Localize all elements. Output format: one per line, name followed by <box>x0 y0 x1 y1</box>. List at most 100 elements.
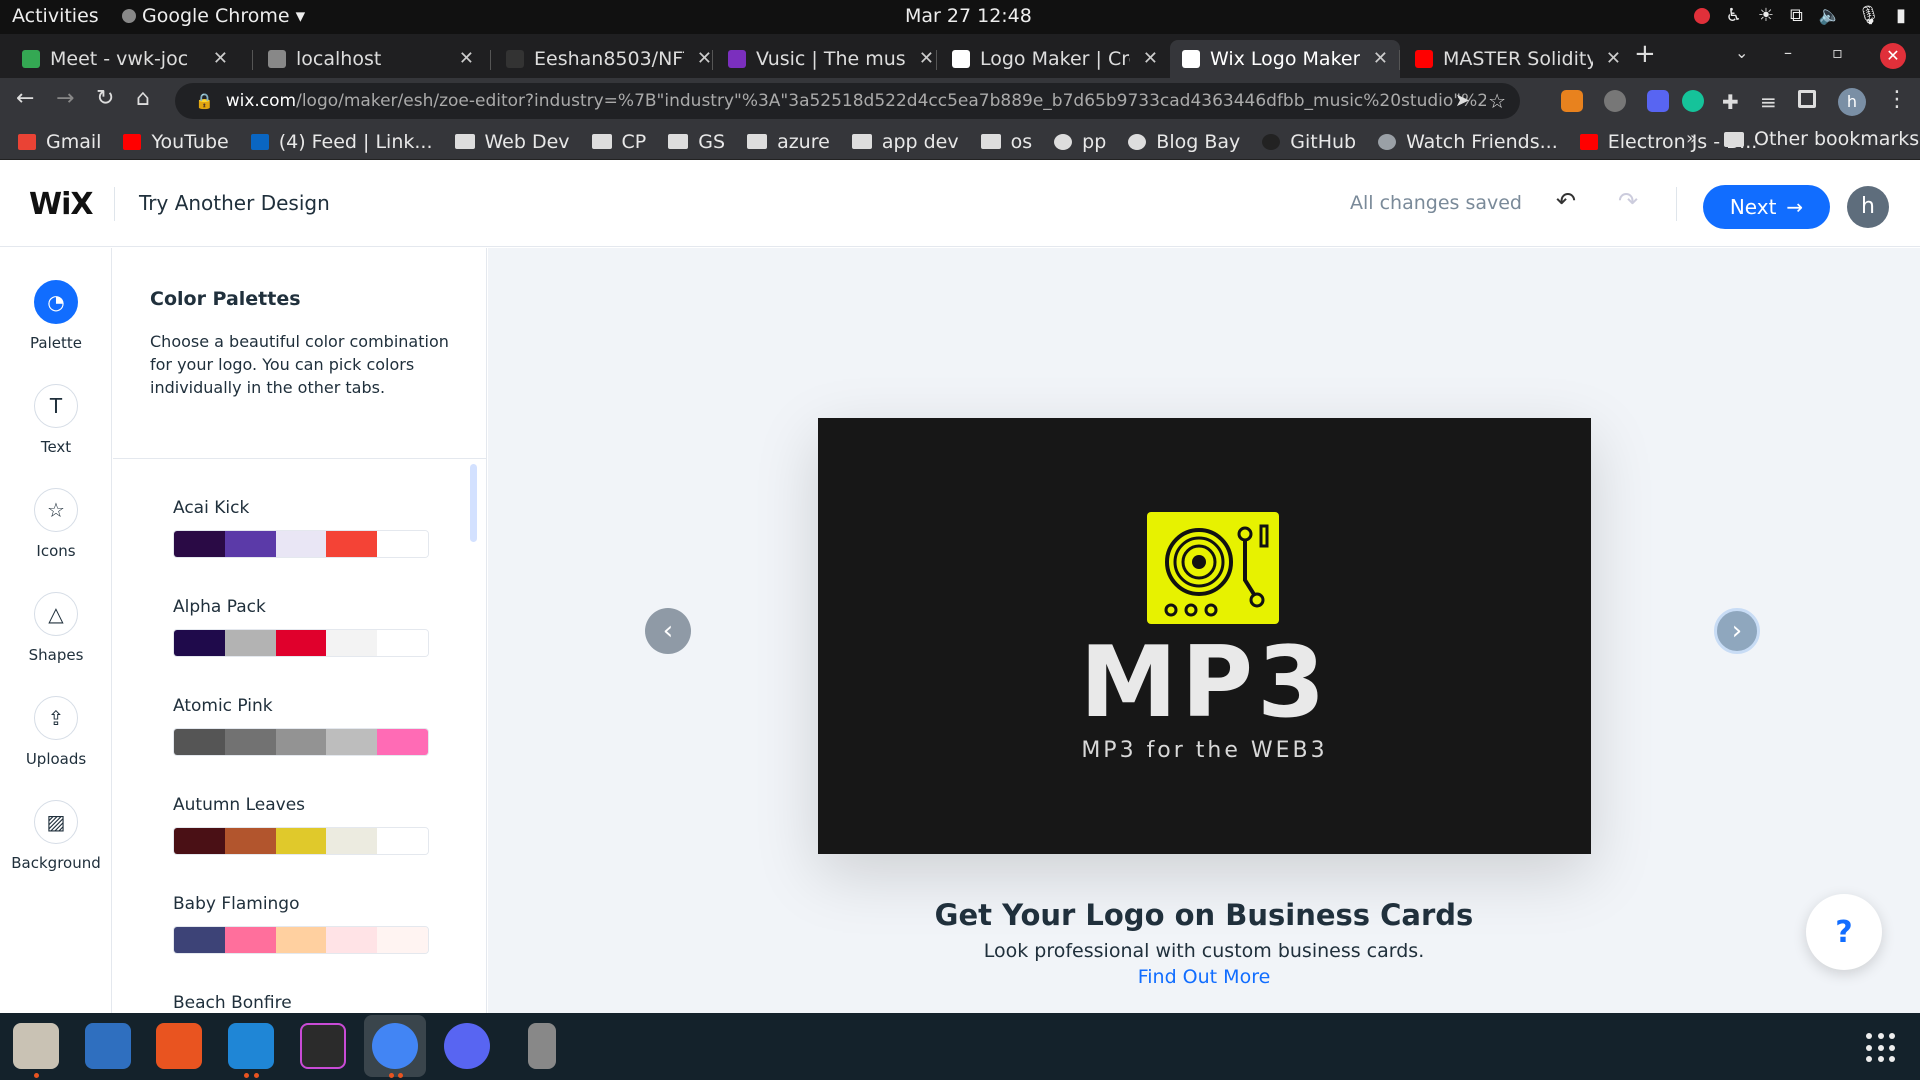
palette-item[interactable]: Atomic Pink <box>173 696 429 756</box>
close-tab-icon[interactable]: ✕ <box>1606 48 1621 69</box>
extensions-puzzle-icon[interactable]: ✚ <box>1722 90 1744 114</box>
volume-icon[interactable]: 🔈 <box>1819 5 1841 26</box>
redo-icon[interactable]: ↷ <box>1618 187 1638 215</box>
palette-item[interactable]: Acai Kick <box>173 498 429 558</box>
palette-swatches[interactable] <box>173 827 429 855</box>
reload-icon[interactable]: ↻ <box>96 86 114 111</box>
panel-scrollbar[interactable] <box>470 464 477 542</box>
rail-item-shapes[interactable]: △ Shapes <box>0 592 112 664</box>
browser-tab[interactable]: localhost ✕ <box>256 40 486 78</box>
bookmark-item[interactable]: app dev <box>851 131 959 153</box>
clock[interactable]: Mar 27 12:48 <box>905 5 1032 27</box>
discord-icon[interactable] <box>444 1023 490 1069</box>
bookmark-item[interactable]: GS <box>668 131 725 153</box>
extension-icon[interactable] <box>1647 90 1669 112</box>
bookmark-item[interactable]: azure <box>747 131 830 153</box>
accessibility-icon[interactable]: ♿ <box>1726 5 1742 26</box>
intellij-icon[interactable] <box>300 1023 346 1069</box>
rail-item-icons[interactable]: ☆ Icons <box>0 488 112 560</box>
palette-item[interactable]: Autumn Leaves <box>173 795 429 855</box>
close-tab-icon[interactable]: ✕ <box>459 48 474 69</box>
bookmark-item[interactable]: Watch Friends... <box>1378 131 1558 153</box>
software-center-icon[interactable] <box>156 1023 202 1069</box>
lock-icon[interactable]: 🔒 <box>195 92 214 110</box>
more-menu-icon[interactable]: ⋮ <box>1886 87 1908 112</box>
rail-item-background[interactable]: ▨ Background <box>0 800 112 872</box>
show-applications-icon[interactable] <box>1866 1033 1896 1063</box>
palette-item[interactable]: Beach Bonfire <box>173 993 429 1013</box>
palette-item[interactable]: Alpha Pack <box>173 597 429 657</box>
metamask-extension-icon[interactable] <box>1561 90 1583 112</box>
restore-icon[interactable]: ▫ <box>1832 43 1843 62</box>
extension-icon[interactable] <box>1604 90 1626 112</box>
palette-item[interactable]: Baby Flamingo <box>173 894 429 954</box>
close-window-icon[interactable]: ✕ <box>1880 43 1906 69</box>
previous-design-button[interactable]: ‹ <box>645 608 691 654</box>
address-bar[interactable]: 🔒 wix.com/logo/maker/esh/zoe-editor?indu… <box>175 83 1520 119</box>
close-tab-icon[interactable]: ✕ <box>1143 48 1158 69</box>
browser-tab[interactable]: Vusic | The music ✕ <box>716 40 946 78</box>
close-tab-icon[interactable]: ✕ <box>1373 48 1388 69</box>
side-panel-icon[interactable] <box>1798 90 1816 108</box>
home-icon[interactable]: ⌂ <box>136 86 150 111</box>
bookmark-star-icon[interactable]: ☆ <box>1488 89 1506 113</box>
microphone-icon[interactable]: 🎙 <box>1857 5 1880 26</box>
phone-device-icon[interactable] <box>528 1023 556 1069</box>
browser-tab[interactable]: Meet - vwk-joc ✕ <box>10 40 240 78</box>
try-another-design-link[interactable]: Try Another Design <box>139 191 330 215</box>
rail-item-uploads[interactable]: ⇪ Uploads <box>0 696 112 768</box>
bookmark-item[interactable]: Gmail <box>18 131 101 153</box>
rail-item-palette[interactable]: ◔ Palette <box>0 280 112 352</box>
bookmark-item[interactable]: pp <box>1054 131 1106 153</box>
browser-tab[interactable]: Wix Logo Maker ✕ <box>1170 40 1400 78</box>
grammarly-extension-icon[interactable] <box>1682 90 1704 112</box>
user-avatar[interactable]: h <box>1847 186 1889 228</box>
palette-swatches[interactable] <box>173 629 429 657</box>
bookmark-item[interactable]: Blog Bay <box>1128 131 1240 153</box>
browser-tab[interactable]: Eeshan8503/NFT ✕ <box>494 40 724 78</box>
app-menu[interactable]: Google Chrome ▾ <box>122 5 305 27</box>
reading-list-icon[interactable]: ≡ <box>1760 90 1782 114</box>
battery-icon[interactable]: ▮ <box>1896 5 1906 26</box>
tab-search-icon[interactable]: ⌄ <box>1735 43 1748 62</box>
back-icon[interactable]: ← <box>16 86 34 111</box>
help-button[interactable]: ? <box>1806 894 1882 970</box>
bookmark-item[interactable]: Web Dev <box>454 131 570 153</box>
network-icon[interactable]: ⧉ <box>1790 5 1803 26</box>
minimize-icon[interactable]: – <box>1784 43 1792 62</box>
brightness-icon[interactable]: ☀ <box>1758 5 1774 26</box>
bookmark-item[interactable]: YouTube <box>123 131 229 153</box>
rail-item-text[interactable]: T Text <box>0 384 112 456</box>
palette-swatches[interactable] <box>173 728 429 756</box>
palette-swatches[interactable] <box>173 530 429 558</box>
bookmark-item[interactable]: GitHub <box>1262 131 1356 153</box>
forward-icon[interactable]: → <box>56 86 74 111</box>
bookmark-item[interactable]: os <box>980 131 1032 153</box>
text-editor-icon[interactable] <box>85 1023 131 1069</box>
other-bookmarks-button[interactable]: Other bookmarks <box>1724 128 1919 150</box>
close-tab-icon[interactable]: ✕ <box>697 48 712 69</box>
more-bookmarks-button[interactable]: » <box>1686 128 1697 149</box>
next-design-button[interactable]: › <box>1714 608 1760 654</box>
new-tab-button[interactable]: + <box>1634 39 1656 69</box>
activities-button[interactable]: Activities <box>12 5 99 27</box>
system-tray[interactable]: ♿ ☀ ⧉ 🔈 🎙 ▮ <box>1693 5 1906 26</box>
bookmark-item[interactable]: (4) Feed | Link... <box>250 131 433 153</box>
vscode-icon[interactable] <box>228 1023 274 1069</box>
url-text[interactable]: wix.com/logo/maker/esh/zoe-editor?indust… <box>226 91 1486 111</box>
share-icon[interactable]: ➤ <box>1455 90 1470 111</box>
undo-icon[interactable]: ↶ <box>1556 187 1576 215</box>
next-button[interactable]: Next → <box>1703 185 1830 229</box>
chrome-icon[interactable] <box>372 1023 418 1069</box>
close-tab-icon[interactable]: ✕ <box>213 48 228 69</box>
browser-tab[interactable]: Logo Maker | Crea ✕ <box>940 40 1170 78</box>
business-card-preview[interactable]: MP3 MP3 for the WEB3 <box>818 418 1591 854</box>
profile-button[interactable]: h <box>1838 88 1866 116</box>
files-icon[interactable] <box>13 1023 59 1069</box>
wix-logo[interactable]: WiX <box>29 187 94 222</box>
browser-tab[interactable]: MASTER Solidity f ✕ <box>1403 40 1633 78</box>
palette-swatches[interactable] <box>173 926 429 954</box>
find-out-more-link[interactable]: Find Out More <box>488 966 1920 988</box>
bookmark-item[interactable]: CP <box>591 131 646 153</box>
close-tab-icon[interactable]: ✕ <box>919 48 934 69</box>
